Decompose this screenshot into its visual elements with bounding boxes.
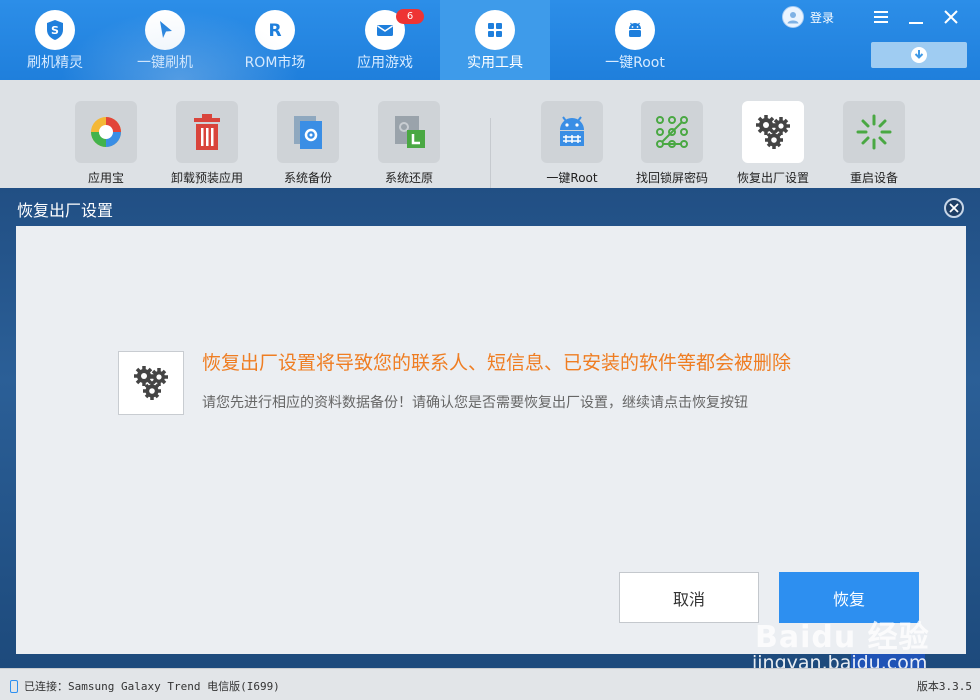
backup-icon <box>277 101 339 163</box>
tool-restart-device[interactable]: 重启设备 <box>824 101 924 186</box>
dialog-body: 恢复出厂设置将导致您的联系人、短信息、已安装的软件等都会被删除 请您先进行相应的… <box>16 226 966 654</box>
android-root-icon <box>541 101 603 163</box>
login-label: 登录 <box>810 10 835 25</box>
rom-r-icon: R <box>255 10 295 50</box>
status-bar: 已连接：Samsung Galaxy Trend 电信版(I699) 版本3.3… <box>0 668 980 700</box>
dialog-title: 恢复出厂设置 <box>17 201 114 220</box>
tool-label: 找回锁屏密码 <box>635 171 708 185</box>
download-button[interactable] <box>871 42 967 68</box>
phone-icon <box>10 679 18 693</box>
gears-icon <box>742 101 804 163</box>
svg-text:S: S <box>51 24 59 37</box>
connection-status: 已连接：Samsung Galaxy Trend 电信版(I699) <box>10 678 280 694</box>
factory-reset-dialog: 恢复出厂设置 恢复出厂设置将导致您的联系人、短信息、已安装的软件等都会被删除 请… <box>0 188 980 668</box>
menu-icon[interactable] <box>870 6 892 28</box>
warning-message: 恢复出厂设置将导致您的联系人、短信息、已安装的软件等都会被删除 <box>202 352 792 374</box>
tool-label: 系统备份 <box>283 171 332 185</box>
tab-rom-market[interactable]: R ROM市场 <box>220 0 330 80</box>
download-icon <box>911 47 927 63</box>
minimize-icon[interactable] <box>905 6 927 28</box>
trash-icon <box>176 101 238 163</box>
grid-icon <box>475 10 515 50</box>
tool-recover-lock-password[interactable]: 找回锁屏密码 <box>622 101 722 186</box>
tool-factory-reset[interactable]: 恢复出厂设置 <box>723 101 823 186</box>
tab-label: 一键刷机 <box>137 55 193 71</box>
tab-one-click-flash[interactable]: 一键刷机 <box>110 0 220 80</box>
cancel-button[interactable]: 取消 <box>619 572 759 623</box>
tool-label: 重启设备 <box>849 171 898 185</box>
tab-label: 应用游戏 <box>357 55 413 71</box>
notification-badge: 6 <box>396 9 424 24</box>
restore-icon <box>378 101 440 163</box>
tool-one-click-root[interactable]: 一键Root <box>522 101 622 186</box>
tab-one-click-root[interactable]: 一键Root <box>580 0 690 80</box>
dialog-close-icon[interactable] <box>944 198 964 218</box>
instruction-message: 请您先进行相应的资料数据备份！请确认您是否需要恢复出厂设置，继续请点击恢复按钮 <box>202 395 748 411</box>
tab-label: 刷机精灵 <box>27 55 83 71</box>
toolbar-divider <box>490 118 491 188</box>
top-navigation: S 刷机精灵 一键刷机 R ROM市场 6 应用游戏 实用工具 一键Root 登… <box>0 0 980 80</box>
tool-label: 系统还原 <box>384 171 433 185</box>
tab-apps-games[interactable]: 6 应用游戏 <box>330 0 440 80</box>
tool-label: 一键Root <box>546 171 598 185</box>
restore-button[interactable]: 恢复 <box>779 572 919 623</box>
tab-label: 实用工具 <box>467 55 523 71</box>
version-text: 版本3.3.5 <box>916 680 972 693</box>
shield-s-icon: S <box>35 10 75 50</box>
tab-label: 一键Root <box>605 55 665 71</box>
tool-system-restore[interactable]: 系统还原 <box>359 101 459 186</box>
restart-icon <box>843 101 905 163</box>
login-link[interactable]: 登录 <box>782 6 834 28</box>
close-window-icon[interactable] <box>940 6 962 28</box>
tab-flash-wizard[interactable]: S 刷机精灵 <box>0 0 110 80</box>
tool-system-backup[interactable]: 系统备份 <box>258 101 358 186</box>
pattern-lock-icon <box>641 101 703 163</box>
gears-icon <box>118 351 184 415</box>
tool-uninstall-preinstalled[interactable]: 卸载预装应用 <box>157 101 257 186</box>
tab-utility-tools[interactable]: 实用工具 <box>440 0 550 80</box>
svg-text:R: R <box>268 21 281 41</box>
tool-label: 恢复出厂设置 <box>736 171 809 185</box>
tool-label: 卸载预装应用 <box>170 171 243 185</box>
android-icon <box>615 10 655 50</box>
cursor-icon <box>145 10 185 50</box>
tab-label: ROM市场 <box>244 55 306 71</box>
tool-app-store[interactable]: 应用宝 <box>56 101 156 186</box>
connection-text: 已连接：Samsung Galaxy Trend 电信版(I699) <box>24 680 280 693</box>
user-icon <box>782 6 804 28</box>
app-store-icon <box>75 101 137 163</box>
tool-label: 应用宝 <box>87 171 124 185</box>
